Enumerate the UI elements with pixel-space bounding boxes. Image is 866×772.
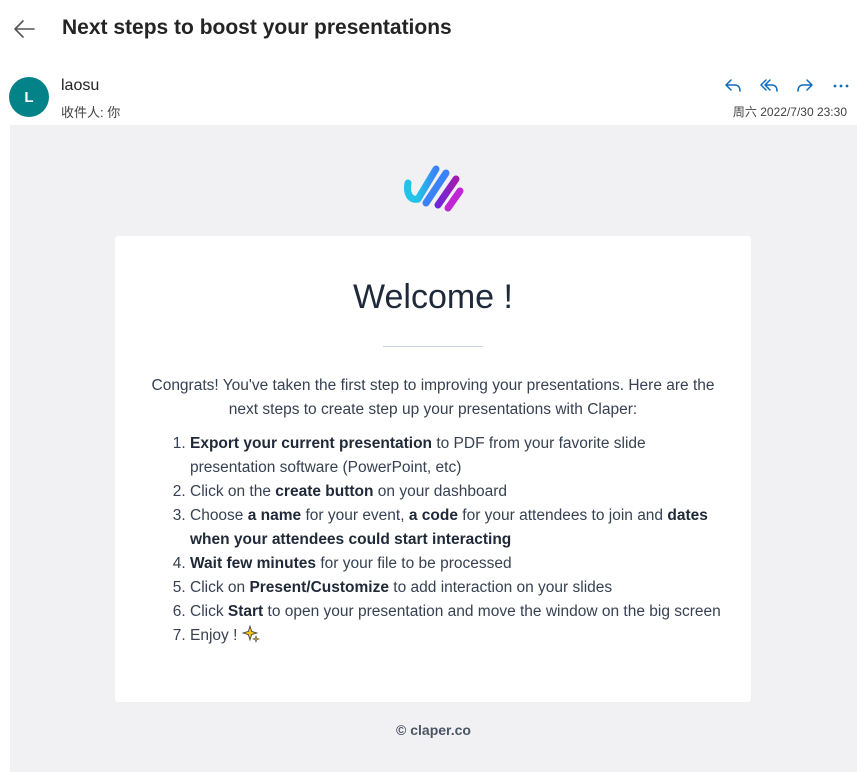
step-text: on your dashboard: [373, 483, 508, 500]
footer-copyright[interactable]: © claper.co: [10, 722, 857, 738]
avatar[interactable]: L: [9, 77, 49, 117]
timestamp: 周六 2022/7/30 23:30: [732, 105, 847, 119]
step-text: for your event,: [301, 507, 409, 524]
step-pre: Click on: [190, 579, 250, 596]
forward-button[interactable]: [794, 74, 816, 96]
message-actions: [722, 74, 852, 96]
intro-text: Congrats! You've taken the first step to…: [151, 377, 715, 418]
reply-all-button[interactable]: [758, 74, 780, 96]
list-item: Click on the create button on your dashb…: [190, 480, 730, 504]
email-body: Welcome ! Congrats! You've taken the fir…: [10, 125, 857, 772]
message-header: Next steps to boost your presentations: [0, 0, 866, 60]
step-pre: Enjoy !: [190, 627, 242, 644]
reply-button[interactable]: [722, 74, 744, 96]
reply-icon: [725, 79, 741, 92]
list-item: Wait few minutes for your file to be pro…: [190, 552, 730, 576]
step-bold: create button: [275, 483, 374, 500]
recipient-line: 收件人: 你: [61, 105, 121, 120]
divider: [383, 346, 483, 347]
list-item: Choose a name for your event, a code for…: [190, 504, 730, 552]
list-item: Click Start to open your presentation an…: [190, 600, 730, 624]
forward-icon: [797, 79, 813, 92]
step-text: to open your presentation and move the w…: [263, 603, 721, 620]
list-item: Export your current presentation to PDF …: [190, 432, 730, 480]
step-bold: Export your current presentation: [190, 435, 433, 452]
step-bold: Present/Customize: [249, 579, 389, 596]
list-item: Click on Present/Customize to add intera…: [190, 576, 730, 600]
step-pre: Click on the: [190, 483, 276, 500]
reply-all-icon: [760, 79, 778, 92]
step-pre: Choose: [190, 507, 248, 524]
step-text: to add interaction on your slides: [388, 579, 613, 596]
sender-name[interactable]: laosu: [61, 77, 99, 95]
step-bold: a name: [247, 507, 302, 524]
step-text: for your attendees to join and: [457, 507, 668, 524]
more-icon: [833, 84, 849, 88]
step-text: for your file to be processed: [316, 555, 512, 572]
list-item: Enjoy !: [190, 624, 730, 648]
welcome-card: Welcome ! Congrats! You've taken the fir…: [115, 236, 751, 702]
back-button[interactable]: [12, 16, 38, 42]
more-actions-button[interactable]: [830, 74, 852, 96]
sender-row: L laosu 收件人: 你 周六 2022/7/30 23:30: [0, 72, 866, 122]
step-bold: Start: [227, 603, 264, 620]
steps-list: Export your current presentation to PDF …: [171, 432, 730, 648]
step-pre: Click: [190, 603, 228, 620]
email-subject: Next steps to boost your presentations: [62, 16, 452, 39]
arrow-left-icon: [14, 20, 35, 38]
welcome-heading: Welcome !: [353, 278, 513, 316]
sparkles-icon: [241, 625, 260, 643]
claper-logo: [404, 165, 464, 212]
step-bold: Wait few minutes: [190, 555, 317, 572]
step-bold: a code: [408, 507, 458, 524]
